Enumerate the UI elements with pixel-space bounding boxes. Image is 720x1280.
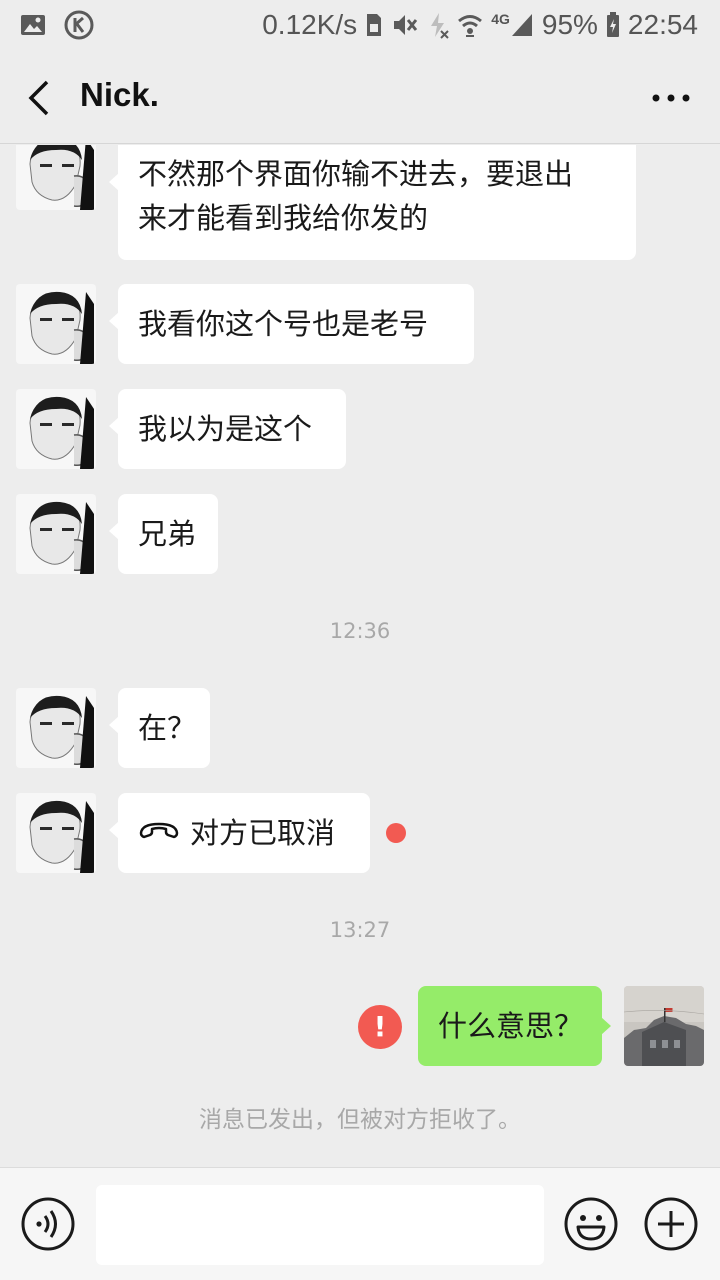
- plus-icon: [644, 1197, 698, 1251]
- message-bubble[interactable]: 不然那个界面你输不进去，要退出 来才能看到我给你发的: [109, 145, 636, 260]
- sent-message-bubble[interactable]: 什么意思？: [418, 986, 611, 1066]
- network-speed: 0.12K/s: [262, 9, 358, 40]
- message-text-line: 不然那个界面你输不进去，要退出: [138, 157, 574, 191]
- avatar-portrait: [16, 389, 96, 469]
- clock: 22:54: [627, 9, 698, 40]
- contact-avatar[interactable]: [16, 284, 96, 364]
- message-bubble[interactable]: 我以为是这个: [109, 389, 346, 469]
- message-bubble[interactable]: 在？: [109, 688, 210, 768]
- contact-avatar[interactable]: [16, 494, 96, 574]
- message-text-line: 来才能看到我给你发的: [138, 201, 429, 235]
- emoji-icon: [564, 1197, 618, 1251]
- battery-percent: 95%: [541, 9, 598, 40]
- message-text: 什么意思？: [438, 1009, 584, 1043]
- input-bar: [0, 1167, 720, 1280]
- rejection-notice: 消息已发出，但被对方拒收了。: [199, 1107, 521, 1133]
- call-message-bubble[interactable]: 对方已取消: [109, 792, 370, 873]
- status-bar: 0.12K/s 4G 95% 22:54: [0, 0, 720, 50]
- more-options-button[interactable]: [648, 80, 694, 116]
- message-bubble[interactable]: 兄弟: [109, 494, 218, 574]
- avatar-portrait: [16, 688, 96, 768]
- network-type: 4G: [491, 11, 510, 27]
- emoji-button[interactable]: [563, 1196, 619, 1252]
- avatar-portrait: [16, 793, 96, 873]
- my-avatar[interactable]: [624, 986, 704, 1066]
- unread-dot: [386, 823, 406, 843]
- gallery-icon: [20, 13, 46, 41]
- wifi-icon: [457, 12, 483, 38]
- message-text: 在？: [138, 711, 197, 745]
- chat-header: Nick.: [0, 50, 720, 144]
- more-functions-button[interactable]: [643, 1196, 699, 1252]
- message-timestamp: 13:27: [329, 918, 391, 942]
- signal-icon: [510, 12, 534, 38]
- contact-avatar[interactable]: [16, 793, 96, 873]
- avatar-portrait: [16, 145, 96, 210]
- message-list[interactable]: 不然那个界面你输不进去，要退出 来才能看到我给你发的 我看你这个号也是老号 我以…: [0, 145, 720, 1167]
- message-text: 我看你这个号也是老号: [138, 307, 429, 341]
- message-text: 我以为是这个: [138, 412, 313, 446]
- no-charge-icon: [427, 11, 449, 39]
- contact-avatar[interactable]: [16, 145, 96, 210]
- sim-icon: [365, 12, 383, 38]
- message-timestamp: 12:36: [329, 619, 391, 643]
- message-input[interactable]: [96, 1185, 544, 1265]
- avatar-portrait: [16, 494, 96, 574]
- avatar-photo: [624, 986, 704, 1066]
- chat-title: Nick.: [80, 76, 159, 113]
- call-status-text: 对方已取消: [190, 816, 336, 850]
- mute-icon: [391, 12, 419, 38]
- back-button[interactable]: [20, 74, 60, 122]
- battery-icon: [606, 12, 620, 38]
- contact-avatar[interactable]: [16, 389, 96, 469]
- message-text: 兄弟: [138, 517, 197, 551]
- contact-avatar[interactable]: [16, 688, 96, 768]
- chevron-left-icon: [28, 80, 49, 116]
- k-app-icon: [64, 10, 94, 44]
- phone-hangup-icon: [138, 792, 180, 872]
- more-dots-icon: [652, 94, 690, 102]
- voice-icon: [21, 1197, 75, 1251]
- voice-input-button[interactable]: [20, 1196, 76, 1252]
- avatar-portrait: [16, 284, 96, 364]
- send-failed-icon[interactable]: !: [358, 1005, 402, 1049]
- message-bubble[interactable]: 我看你这个号也是老号: [109, 284, 474, 364]
